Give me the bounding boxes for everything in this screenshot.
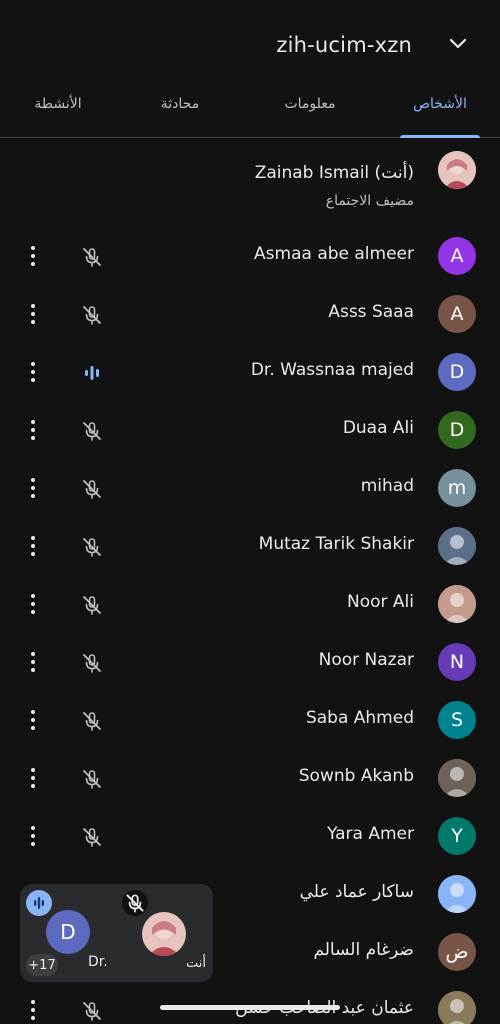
audio-level-icon — [80, 361, 104, 385]
participant-name: Noor Ali — [347, 592, 414, 612]
participant-name: ضرغام السالم — [313, 940, 414, 960]
more-options-icon[interactable] — [26, 649, 40, 675]
participant-row[interactable]: D Dr. Wassnaa majed — [0, 343, 500, 401]
extra-participants-count: +17 — [26, 954, 58, 976]
avatar — [438, 585, 476, 623]
participant-name: Asmaa abe almeer — [254, 244, 414, 264]
avatar — [438, 875, 476, 913]
profile-photo-icon — [438, 759, 476, 797]
participant-name: mihad — [360, 476, 414, 496]
more-options-icon[interactable] — [26, 997, 40, 1023]
avatar: ض — [438, 933, 476, 971]
participant-name: ساكار عماد علي — [299, 882, 414, 902]
more-options-icon[interactable] — [26, 475, 40, 501]
meeting-header: zih-ucim-xzn — [0, 0, 500, 90]
mic-off-icon — [80, 303, 104, 327]
participant-name: Asss Saaa — [328, 302, 414, 322]
mic-off-icon — [80, 245, 104, 269]
participant-row[interactable]: m mihad — [0, 459, 500, 517]
participant-name: Saba Ahmed — [305, 708, 414, 728]
more-options-icon[interactable] — [26, 765, 40, 791]
avatar — [438, 991, 476, 1024]
participant-row[interactable]: D Duaa Ali — [0, 401, 500, 459]
self-tile-label: أنت — [186, 956, 206, 971]
participant-row[interactable]: Noor Ali — [0, 575, 500, 633]
participant-row-host[interactable]: Zainab Ismail (أنت) مضيف الاجتماع — [0, 137, 500, 227]
speaking-indicator-icon — [26, 890, 52, 916]
more-options-icon[interactable] — [26, 359, 40, 385]
tab-people[interactable]: الأشخاص — [400, 96, 480, 112]
profile-photo-icon — [438, 585, 476, 623]
tab-chat[interactable]: محادثة — [150, 96, 210, 112]
participant-name: Sownb Akanb — [298, 766, 414, 786]
participant-name: Zainab Ismail (أنت) — [254, 163, 414, 183]
chevron-down-icon[interactable] — [448, 36, 468, 52]
avatar — [438, 759, 476, 797]
mic-off-icon — [80, 535, 104, 559]
mic-off-icon — [80, 767, 104, 791]
avatar: D — [438, 411, 476, 449]
participant-name: Mutaz Tarik Shakir — [258, 534, 414, 554]
mic-off-icon — [80, 593, 104, 617]
more-options-icon[interactable] — [26, 417, 40, 443]
avatar: A — [438, 295, 476, 333]
avatar: A — [438, 237, 476, 275]
avatar: D — [438, 353, 476, 391]
participant-row[interactable]: S Saba Ahmed — [0, 691, 500, 749]
more-options-icon[interactable] — [26, 301, 40, 327]
tab-activities[interactable]: الأنشطة — [28, 96, 88, 112]
home-indicator — [160, 1005, 340, 1010]
participant-row[interactable]: N Noor Nazar — [0, 633, 500, 691]
avatar: Y — [438, 817, 476, 855]
mic-off-icon — [80, 651, 104, 675]
participant-row[interactable]: عثمان عبد الصاحب حسن — [0, 981, 500, 1024]
self-mic-off-icon — [122, 890, 148, 916]
mic-off-icon — [80, 709, 104, 733]
participant-row[interactable]: Sownb Akanb — [0, 749, 500, 807]
participant-row[interactable]: A Asss Saaa — [0, 285, 500, 343]
speaker-tile-avatar: D — [46, 910, 90, 954]
tab-bar: الأشخاص معلومات محادثة الأنشطة — [0, 90, 500, 138]
participant-row[interactable]: Mutaz Tarik Shakir — [0, 517, 500, 575]
mic-off-icon — [80, 999, 104, 1023]
self-tile-avatar — [142, 912, 186, 956]
more-options-icon[interactable] — [26, 707, 40, 733]
avatar — [438, 151, 476, 189]
avatar: N — [438, 643, 476, 681]
avatar: m — [438, 469, 476, 507]
profile-photo-icon — [438, 991, 476, 1024]
mini-tiles-overlay[interactable]: D +17 Dr. أنت — [20, 884, 213, 982]
profile-photo-icon — [438, 875, 476, 913]
more-options-icon[interactable] — [26, 823, 40, 849]
meeting-code[interactable]: zih-ucim-xzn — [276, 33, 412, 57]
more-options-icon[interactable] — [26, 533, 40, 559]
mic-off-icon — [80, 477, 104, 501]
participant-row[interactable]: Y Yara Amer — [0, 807, 500, 865]
more-options-icon[interactable] — [26, 243, 40, 269]
participant-name: Dr. Wassnaa majed — [250, 360, 414, 380]
participant-name: Yara Amer — [327, 824, 414, 844]
speaker-tile-label: Dr. — [88, 954, 108, 970]
more-options-icon[interactable] — [26, 591, 40, 617]
tab-info[interactable]: معلومات — [280, 96, 340, 112]
profile-photo-icon — [438, 151, 476, 189]
participant-name: Noor Nazar — [318, 650, 414, 670]
participant-row[interactable]: A Asmaa abe almeer — [0, 227, 500, 285]
participant-name: Duaa Ali — [342, 418, 414, 438]
profile-photo-icon — [438, 527, 476, 565]
avatar: S — [438, 701, 476, 739]
host-role-label: مضيف الاجتماع — [325, 193, 414, 209]
mic-off-icon — [80, 419, 104, 443]
mic-off-icon — [80, 825, 104, 849]
avatar — [438, 527, 476, 565]
